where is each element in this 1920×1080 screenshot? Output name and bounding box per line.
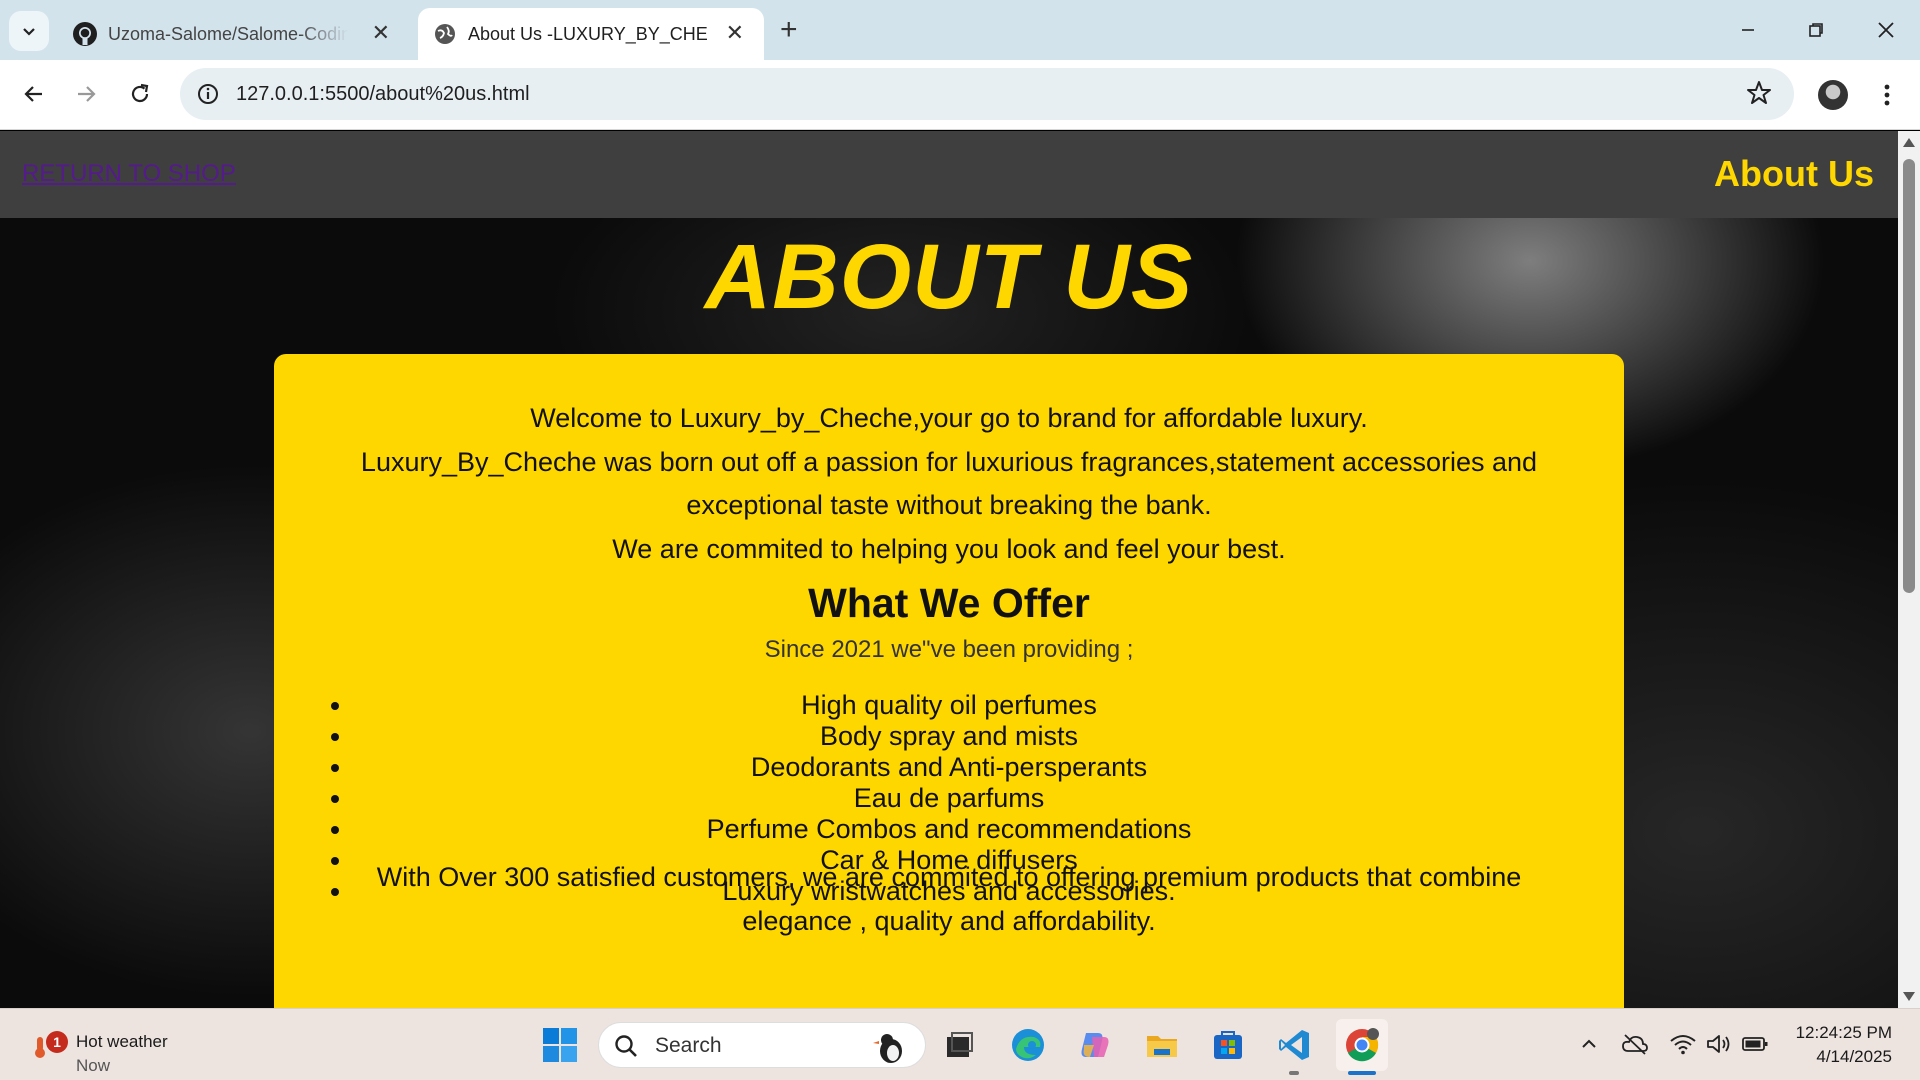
volume-icon[interactable]	[1704, 1029, 1734, 1059]
url-text[interactable]: 127.0.0.1:5500/about%20us.html	[236, 82, 530, 106]
wifi-icon[interactable]	[1668, 1029, 1698, 1059]
back-icon[interactable]	[12, 72, 56, 116]
list-item: Perfume Combos and recommendations	[354, 814, 1534, 845]
puffin-icon	[873, 1034, 902, 1063]
browser-tab-bar: Uzoma-Salome/Salome-Coding ✕ About Us -L…	[0, 0, 1920, 60]
intro-section: Welcome to Luxury_by_Cheche,your go to b…	[314, 397, 1584, 571]
vscode-icon[interactable]	[1272, 1023, 1316, 1067]
system-clock[interactable]: 12:24:25 PM 4/14/2025	[1796, 1021, 1892, 1069]
scroll-thumb[interactable]	[1903, 159, 1915, 593]
list-item: Eau de parfums	[354, 783, 1534, 814]
chevron-down-icon	[23, 28, 35, 36]
task-view-icon[interactable]	[938, 1023, 982, 1067]
active-indicator	[1348, 1071, 1376, 1075]
close-tab-icon[interactable]: ✕	[372, 20, 390, 46]
file-explorer-icon[interactable]	[1140, 1023, 1184, 1067]
forward-icon[interactable]	[64, 72, 108, 116]
list-item: Deodorants and Anti-persperants	[354, 752, 1534, 783]
new-tab-icon[interactable]: +	[780, 14, 798, 46]
intro-paragraph: We are commited to helping you look and …	[612, 533, 1286, 564]
intro-paragraph: Welcome to Luxury_by_Cheche,your go to b…	[530, 403, 1368, 433]
return-to-shop-link[interactable]: RETURN TO SHOP	[22, 160, 236, 188]
tab-search-button[interactable]	[9, 11, 49, 51]
address-bar[interactable]: 127.0.0.1:5500/about%20us.html	[180, 68, 1794, 120]
taskbar-search[interactable]: Search	[598, 1022, 926, 1068]
scroll-down-icon[interactable]	[1903, 992, 1915, 1001]
clock-time: 12:24:25 PM	[1795, 1023, 1892, 1042]
offer-heading: What We Offer	[808, 580, 1090, 626]
running-indicator	[1289, 1071, 1299, 1075]
list-item: High quality oil perfumes	[354, 690, 1534, 721]
header-title: About Us	[1714, 153, 1874, 194]
scroll-up-icon[interactable]	[1903, 138, 1915, 147]
globe-icon	[435, 24, 455, 44]
chevron-up-icon[interactable]	[1574, 1029, 1604, 1059]
profile-avatar[interactable]	[1818, 80, 1848, 110]
site-info-icon[interactable]	[194, 80, 222, 108]
bookmark-star-icon[interactable]	[1744, 78, 1774, 108]
microsoft-store-icon[interactable]	[1206, 1023, 1250, 1067]
closing-paragraph: With Over 300 satisfied customers, we ar…	[376, 862, 1522, 936]
more-options-icon[interactable]	[1872, 78, 1902, 112]
clock-date: 4/14/2025	[1816, 1047, 1892, 1066]
notification-badge: 1	[46, 1031, 68, 1053]
about-card: Welcome to Luxury_by_Cheche,your go to b…	[274, 354, 1624, 1008]
edge-icon[interactable]	[1006, 1023, 1050, 1067]
site-header: RETURN TO SHOP About Us	[0, 131, 1898, 218]
weather-subtitle: Now	[76, 1056, 111, 1075]
reload-icon[interactable]	[118, 72, 162, 116]
chrome-icon[interactable]	[1336, 1019, 1388, 1071]
offer-subheading: Since 2021 we"ve been providing ;	[764, 636, 1134, 663]
restore-icon[interactable]	[1794, 10, 1838, 50]
copilot-icon[interactable]	[1072, 1023, 1116, 1067]
battery-icon[interactable]	[1740, 1029, 1770, 1059]
search-placeholder: Search	[655, 1034, 722, 1057]
weather-widget[interactable]: 1 Hot weather Now	[26, 1021, 246, 1075]
tab-about-us[interactable]: About Us -LUXURY_BY_CHECHE ✕	[418, 8, 764, 60]
intro-paragraph: Luxury_By_Cheche was born out off a pass…	[360, 446, 1538, 521]
list-item: Body spray and mists	[354, 721, 1534, 752]
page-viewport: RETURN TO SHOP About Us ABOUT US Welcome…	[0, 131, 1898, 1008]
close-tab-icon[interactable]: ✕	[726, 20, 744, 46]
taskbar: 1 Hot weather Now Search 12:24:25 PM 4/1…	[0, 1008, 1920, 1080]
close-window-icon[interactable]	[1864, 10, 1908, 50]
tab-title: About Us -LUXURY_BY_CHECHE	[468, 24, 708, 44]
browser-toolbar: 127.0.0.1:5500/about%20us.html	[0, 60, 1920, 130]
weather-title: Hot weather	[76, 1032, 168, 1051]
cloud-offline-icon[interactable]	[1620, 1029, 1650, 1059]
tab-title: Uzoma-Salome/Salome-Coding	[108, 24, 348, 44]
tab-github[interactable]: Uzoma-Salome/Salome-Coding ✕	[58, 8, 410, 60]
search-icon	[615, 1035, 637, 1057]
windows-start-icon[interactable]	[538, 1023, 582, 1067]
page-title: ABOUT US	[704, 226, 1194, 328]
page-scrollbar[interactable]	[1898, 131, 1920, 1008]
github-icon	[73, 22, 97, 46]
minimize-icon[interactable]	[1726, 10, 1770, 50]
